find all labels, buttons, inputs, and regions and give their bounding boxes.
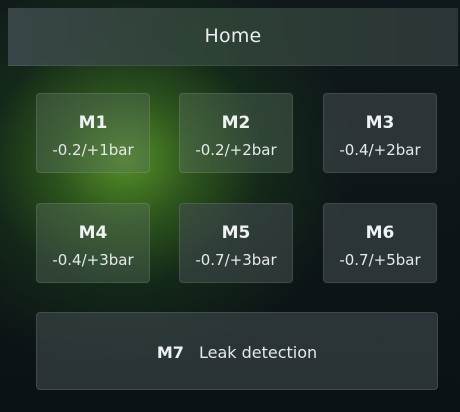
module-m2-button[interactable]: M2 -0.2/+2bar: [179, 93, 293, 173]
module-m1-button[interactable]: M1 -0.2/+1bar: [36, 93, 150, 173]
module-m6-button[interactable]: M6 -0.7/+5bar: [323, 203, 437, 283]
module-name: M6: [365, 223, 395, 243]
module-m7-leak-detection-button[interactable]: M7 Leak detection: [36, 312, 438, 390]
module-name: M4: [78, 223, 108, 243]
module-description: Leak detection: [198, 343, 318, 362]
module-range: -0.2/+2bar: [195, 141, 277, 159]
module-name: M2: [221, 113, 251, 133]
module-name: M1: [78, 113, 108, 133]
home-screen: Home M1 -0.2/+1bar M2 -0.2/+2bar M3 -0.4…: [0, 0, 460, 412]
module-range: -0.2/+1bar: [52, 141, 134, 159]
page-title: Home: [204, 25, 262, 47]
module-name: M3: [365, 113, 395, 133]
header-bar: Home: [8, 8, 458, 66]
module-range: -0.7/+3bar: [195, 251, 277, 269]
leak-detection-label-row: M7 Leak detection: [37, 343, 437, 362]
module-name: M5: [221, 223, 251, 243]
module-range: -0.7/+5bar: [339, 251, 421, 269]
module-m3-button[interactable]: M3 -0.4/+2bar: [323, 93, 437, 173]
module-range: -0.4/+2bar: [339, 141, 421, 159]
module-range: -0.4/+3bar: [52, 251, 134, 269]
module-name: M7: [156, 343, 184, 362]
module-m4-button[interactable]: M4 -0.4/+3bar: [36, 203, 150, 283]
module-m5-button[interactable]: M5 -0.7/+3bar: [179, 203, 293, 283]
